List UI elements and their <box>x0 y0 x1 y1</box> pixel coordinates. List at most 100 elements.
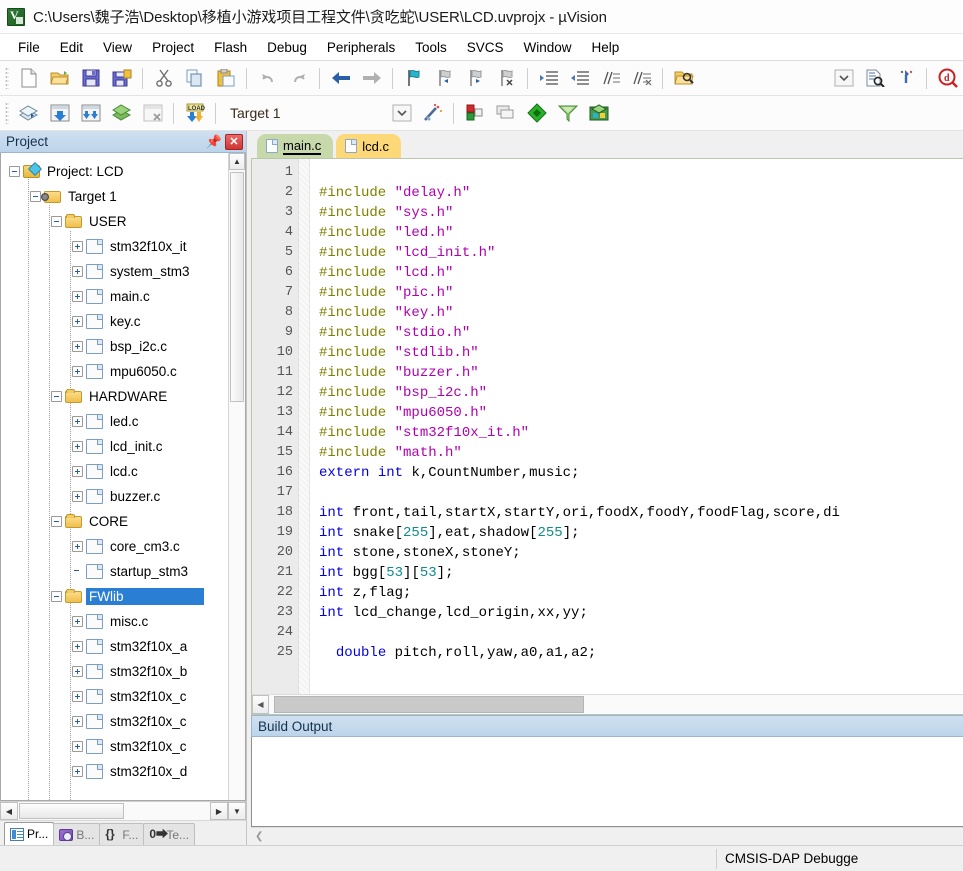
comment-icon[interactable] <box>596 65 625 92</box>
pin-icon[interactable]: 📌 <box>206 134 222 150</box>
save-all-button[interactable] <box>107 65 136 92</box>
open-project-icon[interactable] <box>669 65 698 92</box>
tree-item[interactable]: HARDWARE <box>1 384 228 409</box>
expand-icon[interactable] <box>72 641 83 652</box>
tree-item[interactable]: mpu6050.c <box>1 359 228 384</box>
expand-icon[interactable] <box>72 491 83 502</box>
menu-item-file[interactable]: File <box>8 37 50 58</box>
menu-item-debug[interactable]: Debug <box>257 37 317 58</box>
expand-icon[interactable] <box>72 366 83 377</box>
expand-icon[interactable] <box>72 666 83 677</box>
code-text[interactable]: #include "delay.h" #include "sys.h" #inclu… <box>310 159 963 694</box>
target-options-icon[interactable] <box>460 100 489 127</box>
bookmark-toggle-icon[interactable] <box>399 65 428 92</box>
tree-item[interactable]: startup_stm3 <box>1 559 228 584</box>
save-button[interactable] <box>76 65 105 92</box>
project-tree-vertical-scrollbar[interactable]: ▲ <box>228 153 245 800</box>
scroll-thumb[interactable] <box>230 172 244 402</box>
expand-icon[interactable] <box>72 241 83 252</box>
back-arrow-button[interactable] <box>326 65 355 92</box>
indent-right-icon[interactable] <box>534 65 563 92</box>
find-in-files-icon[interactable] <box>860 65 889 92</box>
panel-tab-project-window[interactable]: Pr... <box>4 822 55 845</box>
tree-item[interactable]: lcd.c <box>1 459 228 484</box>
pack-installer-icon[interactable] <box>522 100 551 127</box>
undo-button[interactable] <box>253 65 282 92</box>
code-editor-body[interactable]: 1 2 3 4 5 6 7 8 9 10 11 12 13 14 15 16 17 18 19 20 21 22 23 24 2… <box>252 159 963 694</box>
expand-icon[interactable] <box>72 316 83 327</box>
scroll-left-button[interactable]: ❮ <box>255 831 263 842</box>
tree-item[interactable]: buzzer.c <box>1 484 228 509</box>
scroll-track[interactable] <box>229 170 245 800</box>
menu-item-edit[interactable]: Edit <box>50 37 93 58</box>
bookmark-clear-icon[interactable] <box>492 65 521 92</box>
expand-icon[interactable] <box>72 541 83 552</box>
panel-tab-templates[interactable]: 0⮕ Te... <box>143 823 196 845</box>
debug-search-icon[interactable]: d <box>933 65 962 92</box>
multi-project-icon[interactable] <box>584 100 613 127</box>
menu-item-svcs[interactable]: SVCS <box>457 37 514 58</box>
bookmark-jump-icon[interactable] <box>891 65 920 92</box>
target-selector-value[interactable]: Target 1 <box>221 105 386 121</box>
expand-icon[interactable] <box>72 616 83 627</box>
find-combo-dropdown[interactable] <box>829 65 858 92</box>
toolbar-grip[interactable] <box>5 67 9 89</box>
tree-item[interactable]: stm32f10x_b <box>1 659 228 684</box>
translate-button[interactable] <box>14 100 43 127</box>
tree-item[interactable]: misc.c <box>1 609 228 634</box>
build-output-content[interactable] <box>251 737 963 827</box>
scroll-up-button[interactable]: ▲ <box>229 153 245 170</box>
project-tree[interactable]: Project: LCD Target 1 USER stm32f10x_it syst… <box>1 153 228 800</box>
collapse-icon[interactable] <box>51 591 62 602</box>
cut-button[interactable] <box>149 65 178 92</box>
run-time-environment-icon[interactable] <box>553 100 582 127</box>
download-button[interactable]: LOAD <box>180 100 209 127</box>
menu-item-help[interactable]: Help <box>582 37 630 58</box>
indent-left-icon[interactable] <box>565 65 594 92</box>
tree-item[interactable]: stm32f10x_c <box>1 734 228 759</box>
build-output-horizontal-scrollbar[interactable]: ❮ <box>251 827 963 845</box>
target-dropdown-arrow-icon[interactable] <box>387 100 416 127</box>
scroll-left-button[interactable]: ◀ <box>0 802 18 820</box>
build-button[interactable] <box>45 100 74 127</box>
tree-item[interactable]: stm32f10x_c <box>1 684 228 709</box>
forward-arrow-button[interactable] <box>357 65 386 92</box>
toolbar-grip[interactable] <box>5 102 9 124</box>
tree-item[interactable]: key.c <box>1 309 228 334</box>
scroll-right-button[interactable]: ▶ <box>210 802 228 820</box>
menu-item-tools[interactable]: Tools <box>405 37 457 58</box>
close-icon[interactable]: ✕ <box>225 133 243 150</box>
expand-icon[interactable] <box>72 716 83 727</box>
tree-item[interactable]: CORE <box>1 509 228 534</box>
tree-item[interactable]: Target 1 <box>1 184 228 209</box>
editor-tab-main-c[interactable]: main.c <box>257 134 334 158</box>
editor-tab-lcd-c[interactable]: lcd.c <box>336 134 402 158</box>
scroll-left-button[interactable]: ◀ <box>252 695 269 714</box>
scroll-track[interactable] <box>269 695 963 714</box>
menu-item-flash[interactable]: Flash <box>204 37 257 58</box>
stop-build-button[interactable] <box>138 100 167 127</box>
uncomment-icon[interactable] <box>627 65 656 92</box>
scroll-down-button[interactable]: ▼ <box>228 802 246 820</box>
project-tree-horizontal-scrollbar[interactable]: ◀ ▶ ▼ <box>0 801 246 820</box>
expand-icon[interactable] <box>72 341 83 352</box>
tree-item[interactable]: led.c <box>1 409 228 434</box>
tree-item[interactable]: core_cm3.c <box>1 534 228 559</box>
expand-icon[interactable] <box>72 466 83 477</box>
scroll-thumb[interactable] <box>274 696 584 713</box>
tree-item[interactable]: bsp_i2c.c <box>1 334 228 359</box>
bookmark-next-icon[interactable] <box>461 65 490 92</box>
redo-button[interactable] <box>284 65 313 92</box>
tree-item[interactable]: main.c <box>1 284 228 309</box>
copy-button[interactable] <box>180 65 209 92</box>
bookmark-prev-icon[interactable] <box>430 65 459 92</box>
project-panel-tabs[interactable]: Pr... B... {} F... 0⮕ Te... <box>0 820 246 845</box>
tree-item[interactable]: system_stm3 <box>1 259 228 284</box>
paste-button[interactable] <box>211 65 240 92</box>
menu-item-peripherals[interactable]: Peripherals <box>317 37 405 58</box>
menu-item-project[interactable]: Project <box>142 37 204 58</box>
collapse-icon[interactable] <box>30 191 41 202</box>
scroll-thumb[interactable] <box>19 803 124 819</box>
tree-item[interactable]: stm32f10x_it <box>1 234 228 259</box>
expand-icon[interactable] <box>72 741 83 752</box>
